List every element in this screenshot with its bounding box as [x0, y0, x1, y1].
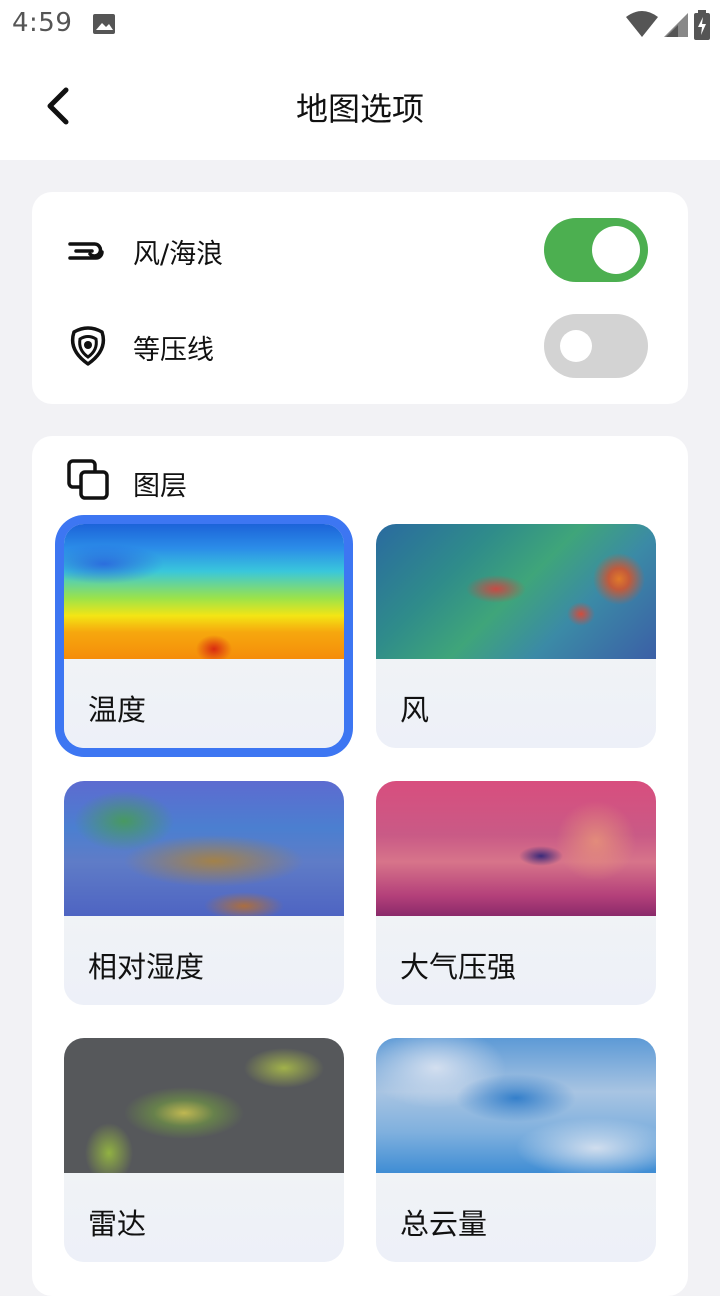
- layer-tile-radar[interactable]: 雷达: [64, 1038, 344, 1262]
- status-bar: 4:59: [0, 0, 720, 52]
- isobars-switch[interactable]: [544, 314, 648, 378]
- toggle-row-wind-waves: 风/海浪: [32, 210, 688, 290]
- layer-tile-wind[interactable]: 风: [376, 524, 656, 748]
- app-bar: 地图选项: [0, 52, 720, 160]
- toggle-label-isobars: 等压线: [133, 335, 214, 366]
- image-notification-icon: [92, 13, 116, 39]
- switch-knob: [560, 330, 592, 362]
- status-time: 4:59: [12, 8, 73, 38]
- layers-card: 图层 温度 风 相对湿度 大气压强 雷达 总云量: [32, 436, 688, 1296]
- page-title: 地图选项: [295, 90, 424, 128]
- layer-label: 大气压强: [400, 950, 517, 984]
- battery-icon: [694, 10, 710, 44]
- layers-icon: [66, 458, 110, 504]
- layer-tile-temperature[interactable]: 温度: [64, 524, 344, 748]
- layer-label: 总云量: [400, 1207, 488, 1241]
- layer-label: 雷达: [88, 1207, 147, 1241]
- temperature-map-thumbnail: [64, 524, 344, 659]
- wind-map-thumbnail: [376, 524, 656, 659]
- radar-map-thumbnail: [64, 1038, 344, 1173]
- layer-label: 温度: [88, 693, 147, 727]
- toggle-label-wind-waves: 风/海浪: [133, 239, 224, 270]
- wind-icon: [66, 230, 110, 270]
- layer-tile-relative-humidity[interactable]: 相对湿度: [64, 781, 344, 1005]
- layers-title: 图层: [133, 471, 187, 502]
- toggle-row-isobars: 等压线: [32, 306, 688, 386]
- isobar-icon: [66, 326, 110, 366]
- status-icons: [626, 10, 710, 44]
- layer-tile-pressure[interactable]: 大气压强: [376, 781, 656, 1005]
- wind-waves-switch[interactable]: [544, 218, 648, 282]
- layer-label: 相对湿度: [88, 950, 205, 984]
- pressure-map-thumbnail: [376, 781, 656, 916]
- cell-signal-icon: [664, 11, 688, 43]
- switch-knob: [592, 226, 640, 274]
- layer-tile-total-cloud[interactable]: 总云量: [376, 1038, 656, 1262]
- overlay-options-card: 风/海浪 等压线: [32, 192, 688, 404]
- humidity-map-thumbnail: [64, 781, 344, 916]
- cloud-map-thumbnail: [376, 1038, 656, 1173]
- layer-label: 风: [400, 693, 430, 727]
- wifi-icon: [626, 11, 658, 43]
